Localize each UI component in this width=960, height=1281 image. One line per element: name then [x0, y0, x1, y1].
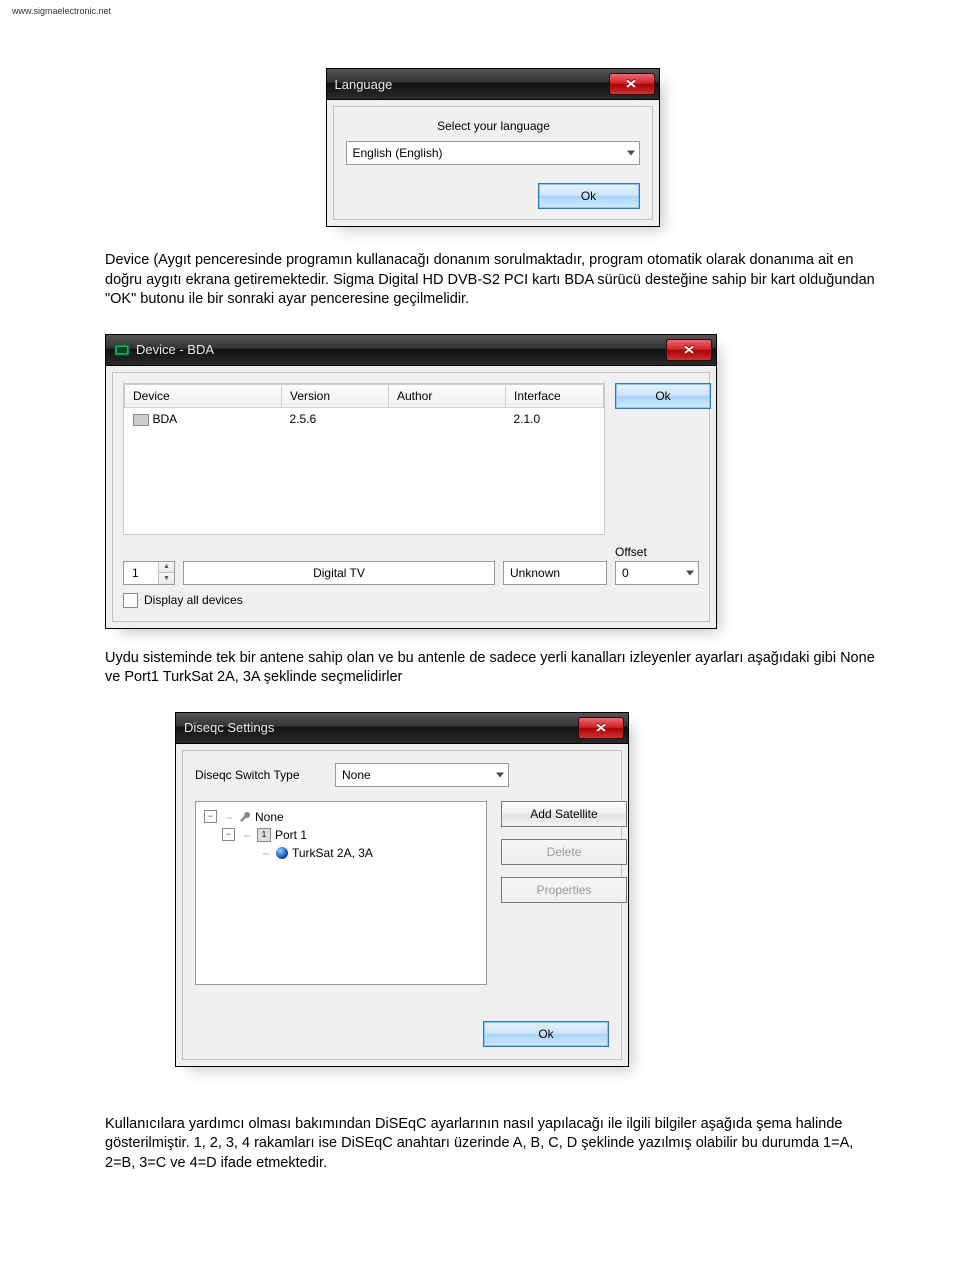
chevron-down-icon	[496, 772, 504, 777]
col-version: Version	[282, 384, 389, 407]
diseqc-dialog: Diseqc Settings ✕ Diseqc Switch Type Non…	[175, 712, 629, 1067]
tree-branch-icon: ···	[221, 810, 235, 824]
tree-collapse-icon[interactable]: −	[222, 828, 235, 841]
page-url-header: www.sigmaelectronic.net	[0, 0, 960, 18]
properties-button[interactable]: Properties	[501, 877, 627, 903]
window-title: Language	[335, 77, 609, 92]
spinner-down-icon[interactable]: ▼	[159, 572, 174, 584]
document-body: Language ✕ Select your language English …	[0, 18, 960, 1234]
wrench-icon	[239, 811, 251, 823]
tree-collapse-icon[interactable]: −	[204, 810, 217, 823]
close-button[interactable]: ✕	[609, 73, 655, 95]
close-button[interactable]: ✕	[666, 339, 712, 361]
cell-device: BDA	[153, 412, 178, 426]
display-all-label: Display all devices	[144, 593, 243, 607]
table-row[interactable]: BDA 2.5.6 2.1.0	[125, 407, 604, 430]
paragraph-1: Device (Aygıt penceresinde programın kul…	[105, 251, 880, 310]
mode-textbox[interactable]: Digital TV	[183, 561, 495, 585]
index-spinner[interactable]: 1 ▲▼	[123, 561, 175, 585]
switch-type-value: None	[342, 768, 371, 782]
delete-button[interactable]: Delete	[501, 839, 627, 865]
close-icon: ✕	[595, 721, 607, 735]
ok-button[interactable]: Ok	[538, 183, 640, 209]
cell-version: 2.5.6	[282, 407, 389, 430]
close-icon: ✕	[683, 343, 695, 357]
paragraph-3: Kullanıcılara yardımcı olması bakımından…	[105, 1115, 880, 1174]
tree-root-label: None	[255, 810, 284, 824]
paragraph-2: Uydu sisteminde tek bir antene sahip ola…	[105, 649, 880, 688]
chevron-down-icon	[686, 570, 694, 575]
select-language-label: Select your language	[348, 119, 640, 133]
language-combobox[interactable]: English (English)	[346, 141, 640, 165]
col-author: Author	[389, 384, 506, 407]
col-interface: Interface	[506, 384, 604, 407]
cell-author	[389, 407, 506, 430]
spinner-value: 1	[124, 562, 158, 584]
cell-interface: 2.1.0	[506, 407, 604, 430]
spinner-up-icon[interactable]: ▲	[159, 562, 174, 573]
switch-type-combobox[interactable]: None	[335, 763, 509, 787]
titlebar: Device - BDA ✕	[106, 335, 716, 366]
globe-icon	[276, 847, 288, 859]
titlebar: Diseqc Settings ✕	[176, 713, 628, 744]
unknown-textbox[interactable]: Unknown	[503, 561, 607, 585]
switch-type-label: Diseqc Switch Type	[195, 768, 325, 782]
tree-branch-icon: ···	[239, 828, 253, 842]
checkbox-box-icon	[123, 593, 138, 608]
port-icon: 1	[257, 828, 271, 842]
window-title: Device - BDA	[114, 342, 666, 357]
ok-button[interactable]: Ok	[615, 383, 711, 409]
mode-value: Digital TV	[313, 566, 365, 580]
window-title-text: Device - BDA	[136, 342, 214, 357]
close-button[interactable]: ✕	[578, 717, 624, 739]
chevron-down-icon	[627, 151, 635, 156]
display-all-checkbox[interactable]: Display all devices	[123, 593, 243, 608]
device-dialog: Device - BDA ✕ Device Version Author	[105, 334, 717, 629]
device-table[interactable]: Device Version Author Interface BDA 2.5.…	[124, 384, 604, 430]
col-device: Device	[125, 384, 282, 407]
close-icon: ✕	[625, 77, 637, 91]
titlebar: Language ✕	[327, 69, 659, 100]
device-icon	[133, 414, 149, 426]
offset-combobox[interactable]: 0	[615, 561, 699, 585]
language-dialog: Language ✕ Select your language English …	[326, 68, 660, 227]
ok-button[interactable]: Ok	[483, 1021, 609, 1047]
combobox-value: English (English)	[353, 146, 443, 160]
window-title: Diseqc Settings	[184, 720, 578, 735]
app-icon	[114, 343, 130, 357]
offset-label: Offset	[615, 545, 699, 559]
tree-branch-icon: ···	[258, 846, 272, 860]
add-satellite-button[interactable]: Add Satellite	[501, 801, 627, 827]
tree-satellite-label: TurkSat 2A, 3A	[292, 846, 373, 860]
offset-value: 0	[622, 566, 629, 580]
tree-port-label: Port 1	[275, 828, 307, 842]
unknown-value: Unknown	[510, 566, 560, 580]
satellite-tree[interactable]: − ··· None − ··· 1 Port 1	[195, 801, 487, 985]
